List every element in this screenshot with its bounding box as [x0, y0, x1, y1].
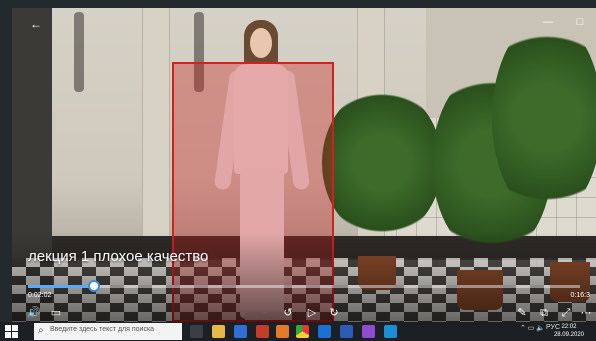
word-icon[interactable] — [340, 325, 353, 338]
more-icon[interactable]: ⋯ — [578, 306, 594, 320]
rewind-10-icon[interactable]: ↺ — [280, 306, 296, 320]
app-icon-purple[interactable] — [362, 325, 375, 338]
window-controls: — □ — [542, 16, 586, 28]
desktop: ← — □ лекция 1 плохое качество 0:02:02 0… — [0, 0, 596, 322]
video-app-icon[interactable] — [256, 325, 269, 338]
search-placeholder: Введите здесь текст для поиска — [50, 326, 155, 333]
subtitles-icon[interactable]: ▭ — [48, 306, 64, 320]
timeline-progress — [28, 285, 95, 288]
task-view-icon[interactable] — [190, 325, 203, 338]
start-windows-icon[interactable] — [4, 324, 19, 339]
timeline-slider[interactable] — [28, 280, 580, 292]
volume-icon[interactable]: 🔊 — [26, 306, 42, 320]
play-icon[interactable]: ▷ — [304, 306, 320, 320]
mini-view-icon[interactable]: ⧉ — [536, 306, 552, 320]
forward-30-icon[interactable]: ↻ — [326, 306, 342, 320]
edge-icon[interactable] — [318, 325, 331, 338]
mail-icon[interactable] — [234, 325, 247, 338]
total-time: 0:16:3 — [570, 292, 590, 299]
clock-date: 28.09.2020 — [553, 332, 584, 338]
file-explorer-icon[interactable] — [212, 325, 225, 338]
current-time: 0:02:02 — [28, 292, 52, 299]
minimize-button[interactable]: — — [542, 16, 554, 28]
maximize-button[interactable]: □ — [574, 16, 586, 28]
taskbar: ⌕ Введите здесь текст для поиска ⌃ ▭ 🔈 Р… — [0, 322, 596, 341]
pen-icon[interactable]: ✎ — [514, 306, 530, 320]
tray-icons[interactable]: ⌃ ▭ 🔈 — [520, 324, 545, 332]
clock[interactable]: 22:02 28.09.2020 — [554, 323, 584, 339]
app-icon[interactable] — [276, 325, 289, 338]
taskbar-search-input[interactable]: ⌕ Введите здесь текст для поиска — [34, 323, 182, 340]
fullscreen-icon[interactable]: ⤢ — [558, 306, 574, 320]
movies-tv-icon[interactable] — [384, 325, 397, 338]
search-icon: ⌕ — [38, 325, 44, 336]
clock-time: 22:02 — [561, 324, 577, 330]
video-title: лекция 1 плохое качество — [28, 248, 209, 265]
back-arrow-icon[interactable]: ← — [28, 16, 44, 32]
video-player[interactable]: ← — □ лекция 1 плохое качество 0:02:02 0… — [12, 8, 596, 322]
chrome-icon[interactable] — [296, 325, 309, 338]
